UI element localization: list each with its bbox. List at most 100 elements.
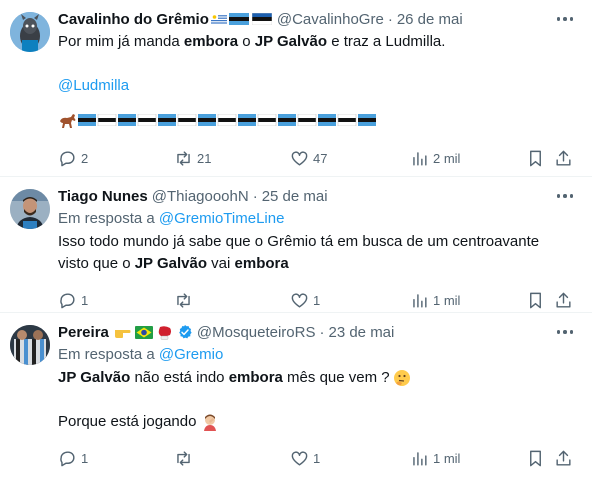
reply-prefix: Em resposta a [58, 346, 159, 363]
more-icon[interactable] [554, 189, 576, 203]
more-icon[interactable] [554, 12, 576, 26]
reply-count: 1 [81, 293, 89, 308]
reply-icon [60, 151, 75, 167]
share-button[interactable] [554, 449, 573, 468]
text-segment: não está indo [130, 369, 229, 386]
bookmark-icon [530, 292, 541, 309]
gremio-flags-row [78, 114, 376, 126]
text-bold-segment: embora [228, 369, 283, 386]
avatar[interactable] [10, 189, 50, 229]
uruguay-flag-icon [210, 13, 227, 25]
estonia-flag-icon [251, 13, 272, 25]
verified-icon [179, 325, 192, 339]
avatar[interactable] [10, 325, 50, 365]
reply-button[interactable]: 2 [58, 149, 88, 168]
views-button[interactable]: 2 mil [410, 149, 460, 168]
author-handle[interactable]: @ThiagooohN [152, 188, 249, 205]
retweet-count: 21 [197, 151, 212, 166]
text-bold-segment: embora [183, 33, 239, 50]
thinking-face-icon [393, 370, 410, 386]
like-count: 47 [313, 151, 328, 166]
text-segment: e traz a Ludmilla. [327, 33, 446, 50]
like-icon [291, 293, 308, 308]
text-line: Porque está jogando [58, 411, 576, 433]
views-icon [413, 452, 427, 466]
reply-button[interactable]: 1 [58, 291, 88, 310]
text-bold-segment: JP Galvão [134, 255, 207, 272]
author-emojis [114, 325, 173, 340]
like-button[interactable]: 1 [290, 291, 320, 310]
views-icon [413, 294, 427, 308]
reply-icon [60, 293, 75, 309]
views-icon [413, 152, 427, 166]
reply-context: Em resposta a @GremioTimeLine [58, 208, 576, 230]
avatar[interactable] [10, 12, 50, 52]
reply-to-link[interactable]: @Gremio [159, 346, 223, 363]
retweet-icon [177, 151, 190, 166]
tweet-text: Por mim já manda embora o JP Galvão e tr… [58, 31, 576, 53]
share-button[interactable] [554, 291, 573, 310]
bookmark-icon [530, 450, 541, 467]
tweet-date[interactable]: 26 de mai [397, 11, 463, 28]
emoji-row [58, 109, 576, 131]
author-name[interactable]: Pereira [58, 324, 109, 341]
views-count: 2 mil [433, 151, 461, 166]
share-button[interactable] [554, 149, 573, 168]
tweet[interactable]: Tiago Nunes @ThiagooohN · 25 de mai Em r… [0, 177, 592, 313]
text-bold-segment: JP Galvão [254, 33, 328, 50]
text-line: Isso todo mundo já sabe que o Grêmio tá … [58, 233, 540, 250]
tweet-text: JP Galvão não está indo embora mês que v… [58, 367, 576, 433]
tweet-text: Isso todo mundo já sabe que o Grêmio tá … [58, 231, 576, 275]
horse-icon [60, 114, 76, 128]
views-count: 1 mil [433, 293, 461, 308]
mention-link[interactable]: @Ludmilla [58, 77, 129, 94]
views-count: 1 mil [433, 451, 461, 466]
like-count: 1 [313, 293, 321, 308]
author-handle[interactable]: @MosqueteiroRS [177, 324, 315, 341]
retweet-button[interactable] [174, 291, 197, 310]
share-icon [556, 450, 571, 466]
tweet-date[interactable]: 25 de mai [262, 188, 328, 205]
reply-to-link[interactable]: @GremioTimeLine [159, 210, 285, 227]
action-bar: 1 1 1 mil [58, 439, 576, 479]
tweet-header: Tiago Nunes @ThiagooohN · 25 de mai [58, 185, 576, 207]
tweet-header: Pereira @MosqueteiroRS · 23 de mai [58, 321, 576, 343]
retweet-button[interactable] [174, 449, 197, 468]
text-segment: vai [207, 255, 235, 272]
retweet-icon [177, 451, 190, 466]
separator-dot: · [387, 10, 393, 28]
mention-line: @Ludmilla [58, 75, 576, 97]
like-count: 1 [313, 451, 321, 466]
boxing-glove-icon [158, 325, 171, 340]
more-icon[interactable] [554, 325, 576, 339]
bookmark-button[interactable] [526, 449, 545, 468]
share-icon [556, 292, 571, 308]
like-icon [291, 451, 308, 466]
tweet[interactable]: Cavalinho do Grêmio @CavalinhoGre · 26 d… [0, 0, 592, 177]
text-line: visto que o JP Galvão vai embora [58, 253, 576, 275]
like-icon [291, 151, 308, 166]
share-icon [556, 150, 571, 166]
author-name[interactable]: Tiago Nunes [58, 188, 148, 205]
like-button[interactable]: 1 [290, 449, 320, 468]
author-handle[interactable]: @CavalinhoGre [277, 11, 384, 28]
like-button[interactable]: 47 [290, 149, 327, 168]
author-name[interactable]: Cavalinho do Grêmio [58, 11, 209, 28]
person-facepalming-icon [204, 414, 217, 431]
reply-icon [60, 451, 75, 467]
reply-count: 1 [81, 451, 89, 466]
reply-button[interactable]: 1 [58, 449, 88, 468]
tweet[interactable]: Pereira @MosqueteiroRS · 23 de mai Em re… [0, 313, 592, 481]
pointing-hand-icon [114, 330, 131, 338]
bookmark-button[interactable] [526, 149, 545, 168]
tweet-date[interactable]: 23 de mai [328, 324, 394, 341]
retweet-button[interactable]: 21 [174, 149, 211, 168]
text-segment: o [238, 33, 255, 50]
brazil-flag-icon [134, 325, 153, 339]
bookmark-button[interactable] [526, 291, 545, 310]
views-button[interactable]: 1 mil [410, 449, 460, 468]
views-button[interactable]: 1 mil [410, 291, 460, 310]
text-segment: mês que vem ? [282, 369, 390, 386]
reply-prefix: Em resposta a [58, 210, 159, 227]
tweet-header: Cavalinho do Grêmio @CavalinhoGre · 26 d… [58, 8, 576, 30]
